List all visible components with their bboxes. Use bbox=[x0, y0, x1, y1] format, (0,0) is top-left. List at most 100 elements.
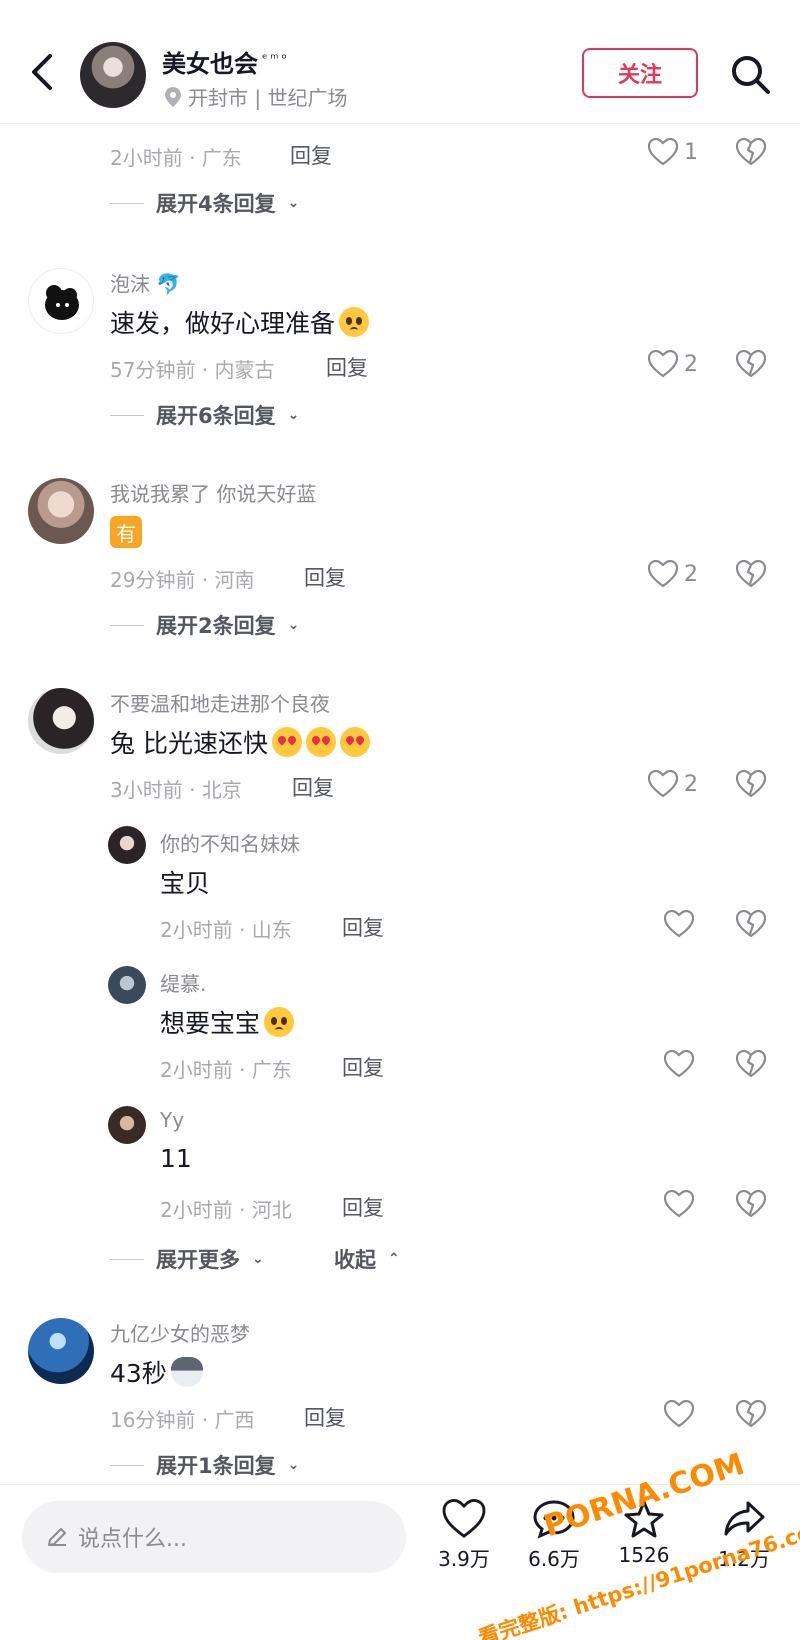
like-button[interactable]: 2 bbox=[648, 350, 698, 378]
comment-username[interactable]: 我说我累了 你说天好蓝 bbox=[110, 478, 316, 507]
heart-eyes-icon bbox=[271, 727, 302, 757]
like-button[interactable]: 2 bbox=[648, 560, 698, 588]
comment-meta: 29分钟前 · 河南 bbox=[110, 568, 255, 592]
avatar[interactable] bbox=[28, 268, 94, 334]
expand-replies-button[interactable]: 展开4条回复 ⌄ bbox=[110, 188, 299, 218]
expand-replies-button[interactable]: 展开2条回复 ⌄ bbox=[110, 610, 299, 640]
avatar[interactable] bbox=[108, 966, 146, 1004]
heart-icon[interactable] bbox=[664, 910, 694, 938]
bottom-action-bar: 说点什么... 3.9万 6.6万 1526 1.2万 bbox=[0, 1484, 800, 1640]
pencil-icon bbox=[48, 1528, 66, 1546]
follow-button[interactable]: 关注 bbox=[582, 48, 698, 98]
comment-meta: 2小时前 · 广东 bbox=[110, 146, 242, 170]
share-action[interactable]: 1.2万 bbox=[704, 1499, 784, 1572]
heart-icon bbox=[648, 770, 678, 798]
broken-heart-icon[interactable] bbox=[736, 1050, 766, 1078]
reply-button[interactable]: 回复 bbox=[304, 1402, 346, 1432]
chevron-up-icon: ⌃ bbox=[388, 1251, 400, 1267]
comment-username[interactable]: 九亿少女的恶梦 bbox=[110, 1318, 250, 1347]
top-bar: 美女也会 ᵉᵐᵒ 开封市 | 世纪广场 关注 bbox=[0, 0, 800, 124]
location-tag[interactable]: 开封市 | 世纪广场 bbox=[164, 82, 347, 111]
back-arrow-icon[interactable] bbox=[28, 52, 58, 92]
broken-heart-icon[interactable] bbox=[736, 1400, 766, 1428]
reply-button[interactable]: 回复 bbox=[304, 562, 346, 592]
reply-meta: 2小时前 · 广东 bbox=[160, 1058, 292, 1082]
reply-text: 想要宝宝 bbox=[160, 1004, 295, 1040]
husky-dog-icon bbox=[170, 1357, 203, 1387]
avatar[interactable] bbox=[108, 826, 146, 864]
chevron-down-icon: ⌄ bbox=[287, 195, 300, 211]
avatar[interactable] bbox=[108, 1106, 146, 1144]
comment-text: 43秒 bbox=[110, 1354, 203, 1390]
comment-username[interactable]: 泡沫 🐬 bbox=[110, 268, 181, 297]
chevron-down-icon: ⌄ bbox=[252, 1251, 264, 1267]
broken-heart-icon[interactable] bbox=[736, 910, 766, 938]
pleading-face-icon bbox=[264, 1007, 295, 1037]
avatar[interactable] bbox=[28, 688, 94, 754]
heart-icon bbox=[648, 350, 678, 378]
broken-heart-icon[interactable] bbox=[736, 560, 766, 588]
location-pin-icon bbox=[165, 86, 181, 107]
reply-text: 11 bbox=[160, 1144, 192, 1173]
heart-icon bbox=[442, 1499, 486, 1538]
reply-meta: 2小时前 · 河北 bbox=[160, 1198, 292, 1222]
heart-eyes-icon bbox=[339, 727, 370, 757]
heart-eyes-icon bbox=[305, 727, 336, 757]
reply-button[interactable]: 回复 bbox=[342, 1052, 384, 1082]
comment-item: 九亿少女的恶梦 43秒 16分钟前 · 广西 回复 展开1条回复 ⌄ bbox=[0, 1308, 800, 1484]
heart-icon[interactable] bbox=[664, 1190, 694, 1218]
reply-button[interactable]: 回复 bbox=[290, 140, 332, 170]
author-name[interactable]: 美女也会 ᵉᵐᵒ bbox=[162, 44, 290, 79]
search-icon[interactable] bbox=[728, 52, 772, 96]
dolphin-icon: 🐬 bbox=[156, 272, 182, 296]
speech-bubble-icon bbox=[533, 1500, 575, 1539]
reply-meta: 2小时前 · 山东 bbox=[160, 918, 292, 942]
comment-partial: 2小时前 · 广东 回复 1 展开4条回复 ⌄ bbox=[0, 124, 800, 234]
like-button[interactable]: 2 bbox=[648, 770, 698, 798]
avatar[interactable] bbox=[28, 478, 94, 544]
broken-heart-icon[interactable] bbox=[736, 1190, 766, 1218]
avatar[interactable] bbox=[28, 1318, 94, 1384]
chevron-down-icon: ⌄ bbox=[287, 617, 300, 633]
like-button[interactable]: 1 bbox=[648, 138, 698, 166]
comment-input[interactable]: 说点什么... bbox=[22, 1501, 406, 1573]
reply-username[interactable]: Yy bbox=[160, 1108, 184, 1132]
chevron-down-icon: ⌄ bbox=[287, 1457, 300, 1473]
comment-meta: 16分钟前 · 广西 bbox=[110, 1408, 255, 1432]
reply-button[interactable]: 回复 bbox=[326, 352, 368, 382]
author-avatar[interactable] bbox=[80, 42, 146, 108]
broken-heart-icon[interactable] bbox=[736, 138, 766, 166]
yes-sticker: 有 bbox=[110, 516, 142, 548]
comment-text: 有 bbox=[110, 516, 142, 548]
comment-meta: 3小时前 · 北京 bbox=[110, 778, 242, 802]
comment-username[interactable]: 不要温和地走进那个良夜 bbox=[110, 688, 330, 717]
heart-icon[interactable] bbox=[664, 1050, 694, 1078]
reply-button[interactable]: 回复 bbox=[342, 1192, 384, 1222]
like-action[interactable]: 3.9万 bbox=[424, 1499, 504, 1572]
heart-icon bbox=[648, 138, 678, 166]
reply-button[interactable]: 回复 bbox=[342, 912, 384, 942]
reply-text: 宝贝 bbox=[160, 869, 211, 898]
star-icon bbox=[624, 1500, 664, 1538]
reply-username[interactable]: 缇慕. bbox=[160, 968, 206, 997]
reply-username[interactable]: 你的不知名妹妹 bbox=[160, 828, 300, 857]
expand-replies-button[interactable]: 展开1条回复 ⌄ bbox=[110, 1450, 299, 1480]
heart-icon bbox=[648, 560, 678, 588]
expand-more-button[interactable]: 展开更多 ⌄ bbox=[110, 1244, 264, 1274]
comment-item: 我说我累了 你说天好蓝 有 29分钟前 · 河南 回复 2 展开2条回复 ⌄ bbox=[0, 468, 800, 648]
favorite-action[interactable]: 1526 bbox=[604, 1499, 684, 1567]
share-arrow-icon bbox=[724, 1501, 765, 1536]
broken-heart-icon[interactable] bbox=[736, 770, 766, 798]
comment-item: 不要温和地走进那个良夜 兔 比光速还快 3小时前 · 北京 回复 2 你的不知名… bbox=[0, 678, 800, 1278]
pleading-face-icon bbox=[339, 307, 370, 337]
broken-heart-icon[interactable] bbox=[736, 350, 766, 378]
expand-replies-button[interactable]: 展开6条回复 ⌄ bbox=[110, 400, 299, 430]
comment-text: 速发，做好心理准备 bbox=[110, 304, 370, 340]
reply-button[interactable]: 回复 bbox=[292, 772, 334, 802]
comment-meta: 57分钟前 · 内蒙古 bbox=[110, 358, 275, 382]
comment-action[interactable]: 6.6万 bbox=[514, 1499, 594, 1572]
heart-icon[interactable] bbox=[664, 1400, 694, 1428]
chevron-down-icon: ⌄ bbox=[287, 407, 300, 423]
comment-text: 兔 比光速还快 bbox=[110, 724, 370, 760]
collapse-button[interactable]: 收起 ⌃ bbox=[334, 1244, 400, 1274]
